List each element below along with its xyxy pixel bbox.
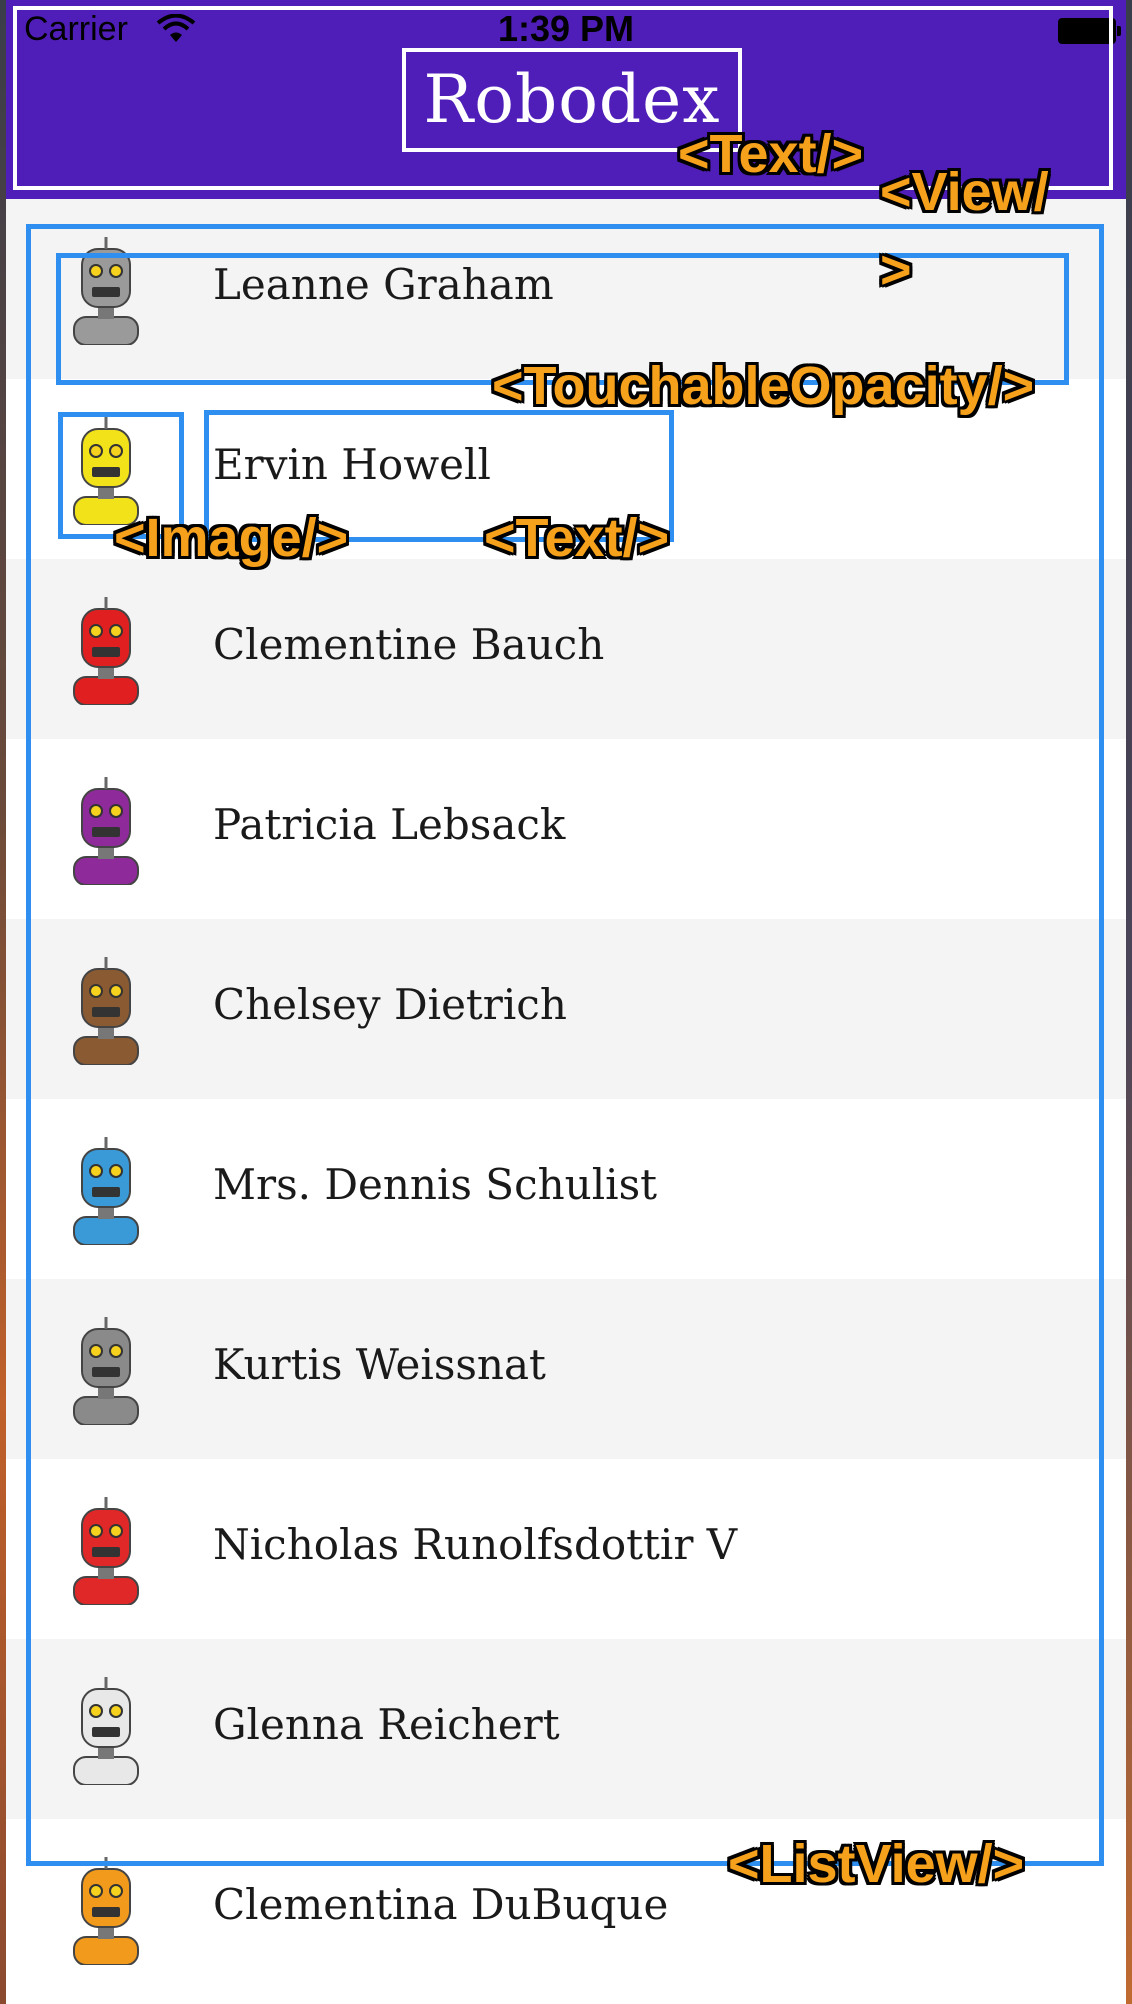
list-item[interactable]: Chelsey Dietrich (6, 919, 1126, 1099)
list-item[interactable]: Leanne Graham (6, 199, 1126, 379)
robot-red-icon (46, 1495, 166, 1606)
robot-list[interactable]: Leanne Graham Ervin Howell Clementine Bauc… (6, 199, 1126, 1999)
page-title: Robodex (423, 61, 721, 138)
list-item[interactable]: Nicholas Runolfsdottir V (6, 1459, 1126, 1639)
robot-name: Chelsey Dietrich (213, 980, 567, 1029)
robot-name: Nicholas Runolfsdottir V (213, 1520, 738, 1569)
list-item[interactable]: Ervin Howell (6, 379, 1126, 559)
robot-brown-icon (46, 955, 166, 1066)
robot-name: Glenna Reichert (213, 1700, 560, 1749)
title-box: Robodex (402, 48, 742, 152)
list-item[interactable]: Clementina DuBuque (6, 1819, 1126, 1999)
robot-purple-icon (46, 775, 166, 886)
list-item[interactable]: Kurtis Weissnat (6, 1279, 1126, 1459)
list-item[interactable]: Patricia Lebsack (6, 739, 1126, 919)
robot-name: Patricia Lebsack (213, 800, 566, 849)
robot-orange-icon (46, 1855, 166, 1966)
robot-name: Leanne Graham (213, 260, 554, 309)
robot-name: Kurtis Weissnat (213, 1340, 546, 1389)
list-item[interactable]: Mrs. Dennis Schulist (6, 1099, 1126, 1279)
robot-name: Clementina DuBuque (213, 1880, 669, 1929)
list-item[interactable]: Glenna Reichert (6, 1639, 1126, 1819)
robot-gray-icon (46, 235, 166, 346)
robot-yellow-icon (46, 415, 166, 526)
robot-red-icon (46, 595, 166, 706)
list-item[interactable]: Clementine Bauch (6, 559, 1126, 739)
robot-name: Mrs. Dennis Schulist (213, 1160, 657, 1209)
robot-white-icon (46, 1675, 166, 1786)
robot-name: Clementine Bauch (213, 620, 605, 669)
robot-name: Ervin Howell (213, 440, 491, 489)
robot-blue-icon (46, 1135, 166, 1246)
app-header: Carrier 1:39 PM Robodex (6, 0, 1126, 199)
robot-gray-icon (46, 1315, 166, 1426)
backdrop-right-edge (1126, 0, 1132, 2004)
